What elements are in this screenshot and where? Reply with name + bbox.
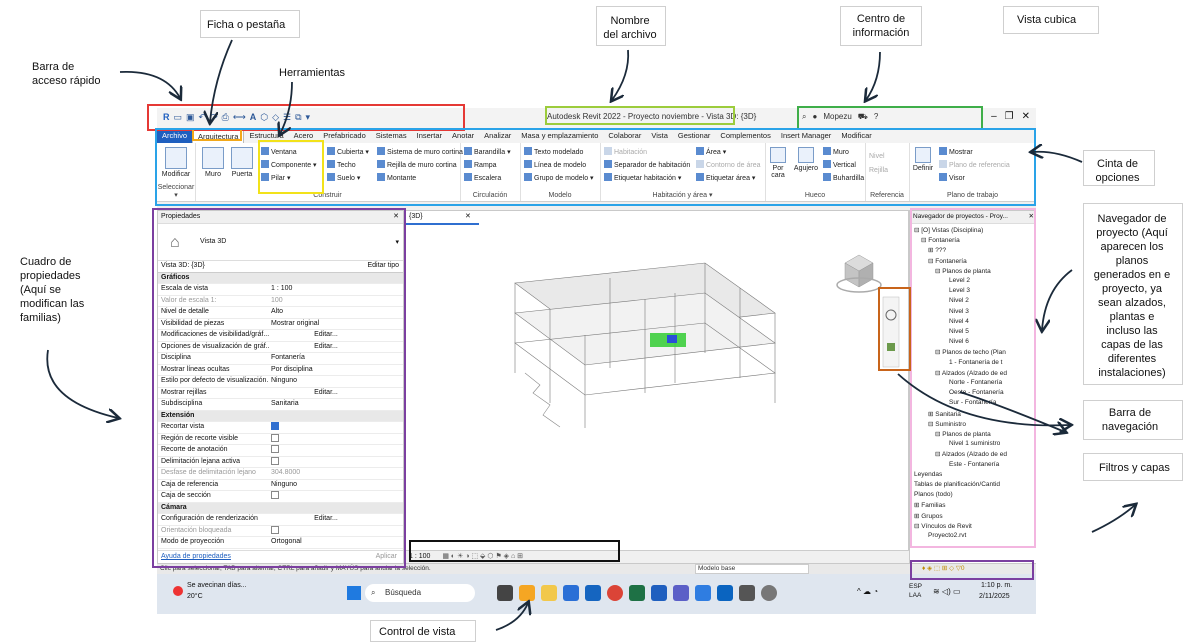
mail-icon[interactable] — [717, 585, 733, 601]
properties-highlight — [152, 208, 406, 568]
tray-icons[interactable]: ^ ☁ ◔ — [857, 587, 878, 596]
ribbon-label-box — [1083, 150, 1155, 186]
filename-highlight — [545, 106, 735, 125]
arrow-infocenter — [866, 51, 881, 100]
infocenter-highlight — [797, 106, 983, 130]
taskbar-search-icon: ⌕ — [371, 588, 376, 597]
language[interactable]: ESP LAA — [909, 582, 922, 600]
start-icon[interactable] — [347, 586, 361, 600]
chrome-icon[interactable] — [607, 585, 623, 601]
annot-tools: Herramientas — [279, 67, 346, 79]
weather-text[interactable]: Se avecinan días... — [187, 582, 247, 589]
file-explorer-icon[interactable] — [541, 585, 557, 601]
taskbar-search-text: Búsqueda — [385, 588, 422, 597]
annot-quick-access: Barra de acceso rápido — [32, 61, 101, 87]
revit-icon[interactable] — [651, 585, 667, 601]
outlook-icon[interactable] — [585, 585, 601, 601]
todo-icon[interactable] — [695, 585, 711, 601]
arrow-filters — [1091, 505, 1135, 533]
weather-temp: 20°C — [187, 593, 203, 600]
settings-icon[interactable] — [761, 585, 777, 601]
viewcontrol-label-box — [370, 620, 476, 642]
browser-highlight — [910, 208, 1036, 548]
navbar-highlight — [878, 287, 911, 371]
view-tab-close-icon[interactable]: ✕ — [465, 211, 471, 223]
network-volume-icons[interactable]: ≋ ◁) ▭ — [933, 587, 961, 596]
close-icon[interactable]: ✕ — [1022, 111, 1030, 122]
infocenter-label-box — [840, 6, 922, 46]
taskbar-search[interactable]: ⌕ Búsqueda — [365, 584, 475, 602]
windows-taskbar: Se avecinan días... 20°C ⌕ Búsqueda ^ ☁ ◔… — [157, 574, 1036, 614]
building-model[interactable] — [405, 223, 908, 563]
navbar-label-box — [1083, 400, 1183, 440]
model-base-select[interactable]: Modelo base — [695, 564, 809, 574]
annot-properties: Cuadro de propiedades (Aquí se modifican… — [20, 256, 85, 324]
restore-icon[interactable]: ❐ — [1005, 111, 1014, 122]
store-icon[interactable] — [563, 585, 579, 601]
window-controls: – ❐ ✕ — [991, 111, 1030, 122]
apps-icon[interactable] — [519, 585, 535, 601]
minimize-icon[interactable]: – — [991, 111, 997, 122]
tools-highlight — [258, 140, 324, 194]
clock-date[interactable]: 2/11/2025 — [979, 593, 1010, 600]
filename-label-box — [596, 6, 666, 46]
quick-access-highlight — [147, 104, 465, 131]
task-view-icon[interactable] — [497, 585, 513, 601]
arrow-browser — [1042, 269, 1073, 330]
browser-label-box — [1083, 203, 1183, 385]
viewcube-label-box — [1003, 6, 1099, 34]
arrow-properties — [46, 349, 118, 418]
arrow-filename — [612, 49, 630, 100]
stair — [524, 372, 561, 428]
filters-highlight — [910, 560, 1034, 580]
arrow-ribbon — [1032, 152, 1083, 163]
filters-label-box — [1083, 453, 1183, 481]
teams-icon[interactable] — [673, 585, 689, 601]
excel-icon[interactable] — [629, 585, 645, 601]
structure-frame — [514, 262, 776, 428]
clock-time[interactable]: 1:10 p. m. — [981, 582, 1012, 589]
arrow-quick-access — [119, 71, 180, 98]
weather-icon[interactable] — [173, 586, 183, 596]
calculator-icon[interactable] — [739, 585, 755, 601]
viewcontrol-highlight — [409, 540, 620, 562]
view-tab-label: {3D} — [409, 213, 423, 220]
drawing-area[interactable]: {3D} ✕ 1: 100 ▦ ◐ ☀ ◑ ⬚ ⬙ ⬡ ⚑ ◈ ⌂ ⊞ — [404, 210, 912, 564]
plumbing-blue — [667, 335, 677, 343]
tab-label-box — [200, 10, 300, 38]
view-cube — [836, 254, 882, 293]
